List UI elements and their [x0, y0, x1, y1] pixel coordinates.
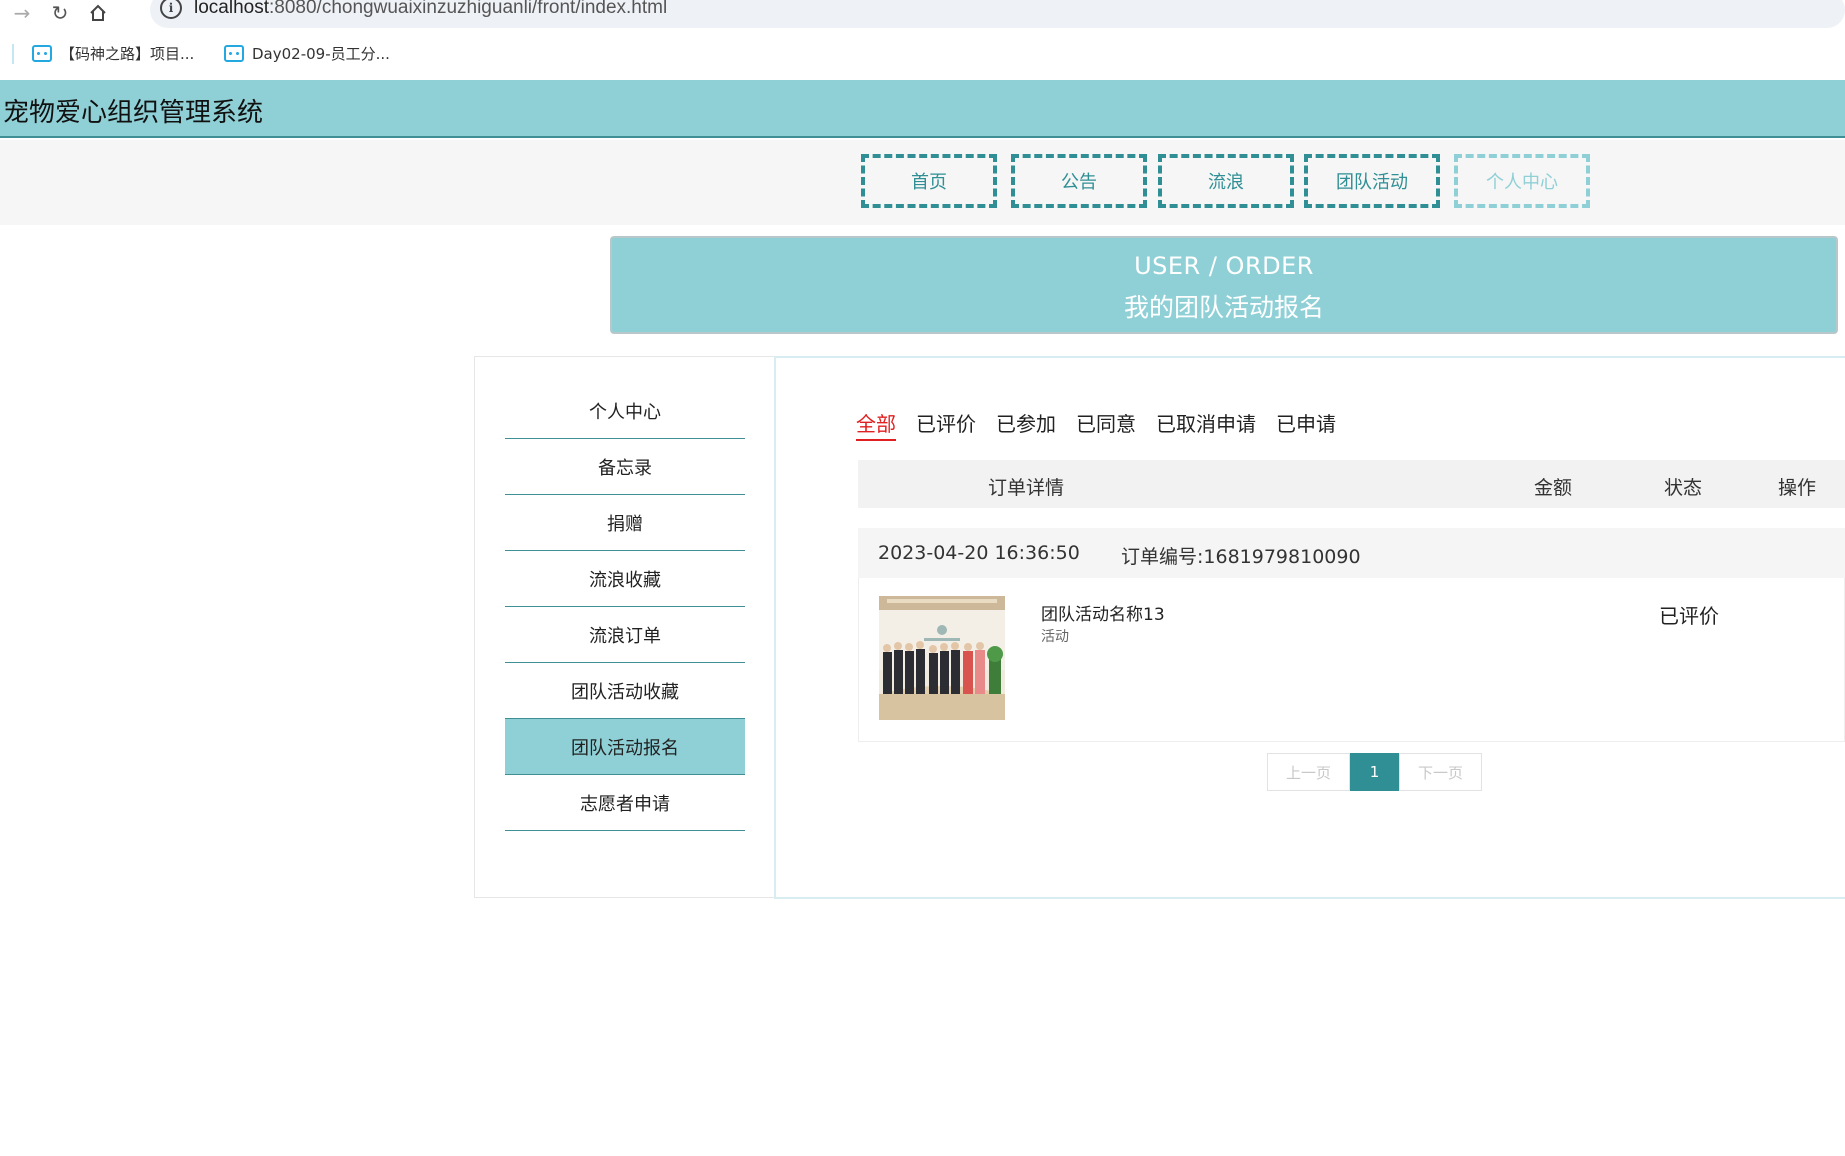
nav-user-center[interactable]: 个人中心	[1454, 154, 1590, 208]
page-title: 我的团队活动报名	[1123, 293, 1324, 322]
col-order-detail: 订单详情	[988, 477, 1065, 499]
banner-subtitle: USER / ORDER	[1134, 252, 1314, 280]
side-item-stray-orders[interactable]: 流浪订单	[505, 607, 745, 663]
side-item-stray-favorites[interactable]: 流浪收藏	[505, 551, 745, 607]
order-header: 2023-04-20 16:36:50 订单编号:1681979810090	[858, 528, 1845, 578]
bookmarks-bar: 【码神之路】项目... Day02-09-员工分...	[0, 40, 1845, 70]
col-status: 状态	[1664, 477, 1703, 499]
bilibili-icon	[32, 45, 52, 62]
page-banner: USER / ORDER 我的团队活动报名	[610, 236, 1838, 334]
tab-reviewed[interactable]: 已评价	[916, 408, 976, 441]
side-item-user-center[interactable]: 个人中心	[505, 383, 745, 439]
table-row: 团队活动名称13 活动 已评价	[858, 578, 1845, 742]
tab-all[interactable]: 全部	[856, 408, 896, 441]
side-item-donation[interactable]: 捐赠	[505, 495, 745, 551]
side-item-volunteer[interactable]: 志愿者申请	[505, 775, 745, 831]
prev-page-button[interactable]: 上一页	[1267, 753, 1350, 791]
side-item-team-favorites[interactable]: 团队活动收藏	[505, 663, 745, 719]
activity-name[interactable]: 团队活动名称13	[1041, 600, 1165, 625]
nav-home[interactable]: 首页	[861, 154, 997, 208]
col-action: 操作	[1778, 477, 1817, 499]
tab-cancelled[interactable]: 已取消申请	[1156, 408, 1256, 441]
activity-photo[interactable]	[879, 596, 1005, 720]
main-nav: 首页 公告 流浪 团队活动 个人中心	[0, 140, 1845, 225]
col-amount: 金额	[1534, 477, 1573, 499]
tab-approved[interactable]: 已同意	[1076, 408, 1136, 441]
side-item-team-signup[interactable]: 团队活动报名	[505, 719, 745, 775]
site-title: 宠物爱心组织管理系统	[3, 98, 264, 128]
bookmark-label: 【码神之路】项目...	[60, 45, 195, 63]
home-icon[interactable]	[84, 0, 112, 26]
bilibili-icon	[224, 45, 244, 62]
page-1-button[interactable]: 1	[1350, 753, 1399, 791]
nav-team-activity[interactable]: 团队活动	[1304, 154, 1440, 208]
next-page-button[interactable]: 下一页	[1399, 753, 1482, 791]
reload-icon[interactable]: ↻	[46, 0, 74, 26]
status-tabs: 全部 已评价 已参加 已同意 已取消申请 已申请	[856, 408, 1356, 441]
tab-applied[interactable]: 已申请	[1276, 408, 1336, 441]
url-text[interactable]: localhost:8080/chongwuaixinzuzhiguanli/f…	[194, 0, 667, 19]
forward-icon[interactable]: →	[8, 0, 36, 26]
side-menu: 个人中心 备忘录 捐赠 流浪收藏 流浪订单 团队活动收藏 团队活动报名 志愿者申…	[474, 356, 776, 898]
url-host: localhost	[194, 0, 269, 18]
tab-participated[interactable]: 已参加	[996, 408, 1056, 441]
side-item-memo[interactable]: 备忘录	[505, 439, 745, 495]
bookmark-label: Day02-09-员工分...	[252, 45, 390, 63]
browser-toolbar: → ↻ i localhost:8080/chongwuaixinzuzhigu…	[0, 0, 1845, 30]
order-date: 2023-04-20 16:36:50	[878, 542, 1080, 564]
status-badge: 已评价	[1659, 604, 1719, 628]
nav-stray[interactable]: 流浪	[1158, 154, 1294, 208]
bookmarks-separator	[12, 44, 14, 64]
pagination: 上一页 1 下一页	[1267, 753, 1482, 791]
activity-type: 活动	[1041, 629, 1069, 645]
url-path: :8080/chongwuaixinzuzhiguanli/front/inde…	[269, 0, 668, 18]
bookmark-item[interactable]: Day02-09-员工分...	[224, 43, 390, 64]
bookmark-item[interactable]: 【码神之路】项目...	[32, 43, 194, 64]
site-header: 宠物爱心组织管理系统	[0, 80, 1845, 138]
order-number: 订单编号:1681979810090	[1121, 546, 1361, 568]
table-header: 订单详情 金额 状态 操作	[858, 460, 1845, 508]
nav-announcements[interactable]: 公告	[1011, 154, 1147, 208]
